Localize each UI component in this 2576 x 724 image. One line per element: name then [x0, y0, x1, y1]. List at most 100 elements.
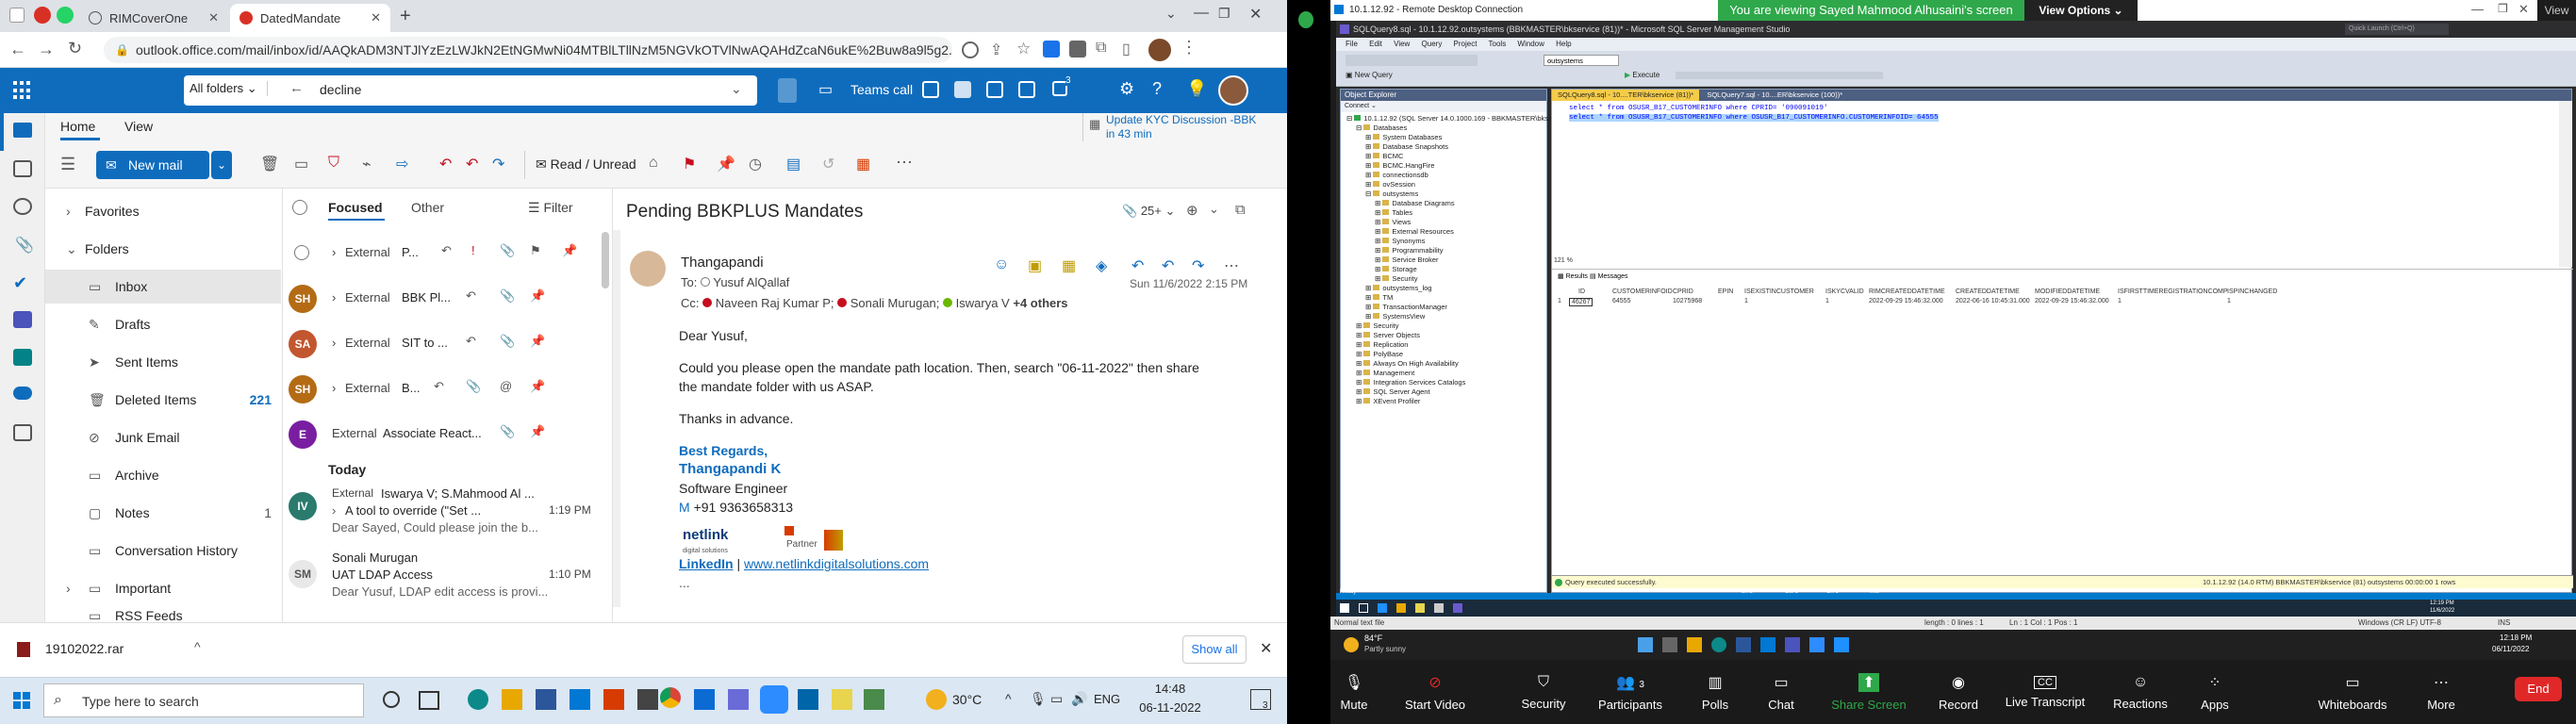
sidebar-item-rss[interactable]: ▭ RSS Feeds: [45, 609, 283, 622]
notes-app-icon[interactable]: [832, 689, 852, 710]
ssms-menu-bar[interactable]: File Edit View Query Project Tools Windo…: [1336, 38, 2576, 51]
reply-icon[interactable]: ↶: [466, 288, 476, 304]
tree-node[interactable]: ⊞ TransactionManager: [1365, 303, 1563, 312]
tray-chevron-icon[interactable]: ^: [1005, 691, 1012, 706]
sway-icon[interactable]: [13, 349, 32, 366]
close-icon[interactable]: ✕: [1260, 639, 1272, 658]
search-scope[interactable]: All folders ⌄: [190, 81, 268, 96]
bookmark-star-icon[interactable]: ☆: [1016, 40, 1031, 58]
table-cell[interactable]: 10275968: [1673, 298, 1702, 304]
tag-icon[interactable]: ⌂: [649, 155, 658, 172]
tree-expander-icon[interactable]: ⊞: [1365, 152, 1373, 160]
tab-datedmandate[interactable]: DatedMandate ✕: [230, 4, 390, 32]
download-filename[interactable]: 19102022.rar: [45, 641, 124, 656]
tree-node[interactable]: ⊞ Security: [1356, 321, 1554, 331]
tree-expander-icon[interactable]: ⊞: [1375, 199, 1382, 207]
close-tab-icon[interactable]: ✕: [208, 10, 219, 25]
onedrive-icon[interactable]: [13, 387, 32, 400]
host-zoom-icon[interactable]: [1809, 637, 1825, 652]
tree-expander-icon[interactable]: ⊞: [1356, 378, 1363, 387]
tree-expander-icon[interactable]: ⊞: [1365, 133, 1373, 141]
pin-icon[interactable]: 📌: [530, 379, 545, 394]
forward-icon[interactable]: ↷: [1192, 256, 1204, 275]
reactions-button[interactable]: ☺ Reactions: [2105, 660, 2175, 724]
table-cell[interactable]: 2022-09-29 15:46:32.000: [2035, 298, 2109, 304]
gear-icon[interactable]: ⚙: [1119, 79, 1134, 99]
vscode-icon[interactable]: [798, 689, 818, 710]
remote-task-icon[interactable]: [1359, 603, 1368, 613]
reply-icon[interactable]: ↶: [441, 243, 452, 258]
calendar-icon[interactable]: [13, 160, 32, 177]
reply-icon[interactable]: ↶: [434, 379, 444, 394]
list-item[interactable]: E External Associate React... 📎 📌: [283, 411, 600, 456]
user-avatar[interactable]: [1218, 75, 1248, 106]
column-header[interactable]: EPIN: [1718, 288, 1733, 295]
reply-all-icon[interactable]: ↶: [466, 155, 478, 173]
forward-icon[interactable]: →: [38, 40, 55, 59]
reply-icon[interactable]: ↶: [1131, 256, 1144, 275]
sql-line-selected[interactable]: select * from OSUSR_B17_CUSTOMERINFO whe…: [1569, 114, 1939, 122]
help-icon[interactable]: ?: [1152, 79, 1162, 99]
tree-expander-icon[interactable]: ⊞: [1356, 359, 1363, 368]
people-icon[interactable]: [13, 198, 32, 215]
pin-icon[interactable]: 📌: [530, 424, 545, 439]
apps-icon[interactable]: ▦: [856, 155, 870, 173]
column-header[interactable]: ISPINCHANGED: [2227, 288, 2277, 295]
tab-home[interactable]: Home: [60, 119, 95, 134]
sidebar-item-deleted[interactable]: 🗑 Deleted Items 221: [45, 383, 283, 417]
editor-zoom[interactable]: 121 %: [1554, 257, 1573, 264]
filter-button[interactable]: ☰ Filter: [528, 200, 573, 216]
tree-expander-icon[interactable]: ⊞: [1356, 340, 1363, 349]
todo-icon[interactable]: [1018, 81, 1035, 98]
archive-icon[interactable]: ▭: [294, 155, 308, 173]
sidebar-item-drafts[interactable]: ✎ Drafts: [45, 307, 283, 341]
expand-icon[interactable]: ›: [332, 381, 336, 395]
remote-search-icon[interactable]: [1434, 603, 1444, 613]
sidebar-item-important[interactable]: › ▭ Important: [45, 571, 283, 605]
message-scroll-track[interactable]: [613, 230, 620, 607]
profile-avatar[interactable]: [1148, 39, 1171, 61]
editor-tab-active[interactable]: SQLQuery8.sql - 10....TER\bkservice (81)…: [1552, 90, 1700, 101]
host-rdp-icon[interactable]: [1834, 637, 1849, 652]
cortana-icon[interactable]: [383, 691, 400, 708]
tree-expander-icon[interactable]: ⊞: [1365, 303, 1373, 311]
tree-node[interactable]: ⊞ Programmability: [1375, 246, 1573, 255]
tree-expander-icon[interactable]: ⊞: [1365, 171, 1373, 179]
mic-icon[interactable]: 🎙: [1030, 691, 1047, 707]
column-header[interactable]: ID: [1578, 288, 1585, 295]
tab-other[interactable]: Other: [411, 200, 444, 215]
rdp-restore-button[interactable]: ❐: [2498, 2, 2508, 15]
tree-expander-icon[interactable]: ⊞: [1356, 321, 1363, 330]
column-header[interactable]: CREATEDDATETIME: [1956, 288, 2020, 295]
search-back-icon[interactable]: ←: [289, 80, 304, 96]
word-icon[interactable]: [954, 81, 971, 98]
tree-node[interactable]: ⊞ Synonyms: [1375, 237, 1573, 246]
more-options-icon[interactable]: ⋯: [896, 153, 913, 173]
expand-icon[interactable]: ›: [332, 245, 336, 259]
edge-icon[interactable]: [468, 689, 488, 710]
hamburger-icon[interactable]: ☰: [60, 155, 75, 174]
flag-icon[interactable]: ⚑: [530, 243, 541, 258]
host-teams-icon[interactable]: [1785, 637, 1800, 652]
reload-icon[interactable]: ↻: [68, 39, 82, 58]
table-cell[interactable]: 64555: [1612, 298, 1630, 304]
translate-icon[interactable]: ◈: [1096, 256, 1107, 275]
tree-node[interactable]: ⊞ External Resources: [1375, 227, 1573, 237]
tree-node[interactable]: ⊞ PolyBase: [1356, 350, 1554, 359]
tree-node[interactable]: ⊞ TM: [1365, 293, 1563, 303]
host-store-icon[interactable]: [1736, 637, 1751, 652]
tree-expander-icon[interactable]: ⊞: [1365, 312, 1373, 321]
tree-expander-icon[interactable]: ⊟: [1346, 114, 1354, 123]
editor-scrollbar[interactable]: [2559, 101, 2572, 267]
report-icon[interactable]: ⛉: [328, 155, 339, 172]
forward-icon[interactable]: ↷: [492, 155, 504, 173]
tree-node[interactable]: ⊞ Management: [1356, 369, 1554, 378]
editor-tab[interactable]: SQLQuery7.sql - 10....ER\bkservice (100)…: [1701, 90, 1848, 101]
more-icon[interactable]: ⋯: [1224, 256, 1239, 275]
whiteboards-button[interactable]: ▭ Whiteboards: [2304, 660, 2402, 724]
meeting-icon[interactable]: [986, 81, 1003, 98]
table-cell[interactable]: 46267: [1569, 298, 1593, 306]
host-search-icon[interactable]: [1662, 637, 1677, 652]
quick-launch-input[interactable]: Quick Launch (Ctrl+Q): [2345, 24, 2449, 35]
tab-rimcoverone[interactable]: RIMCoverOne ✕: [79, 4, 228, 32]
